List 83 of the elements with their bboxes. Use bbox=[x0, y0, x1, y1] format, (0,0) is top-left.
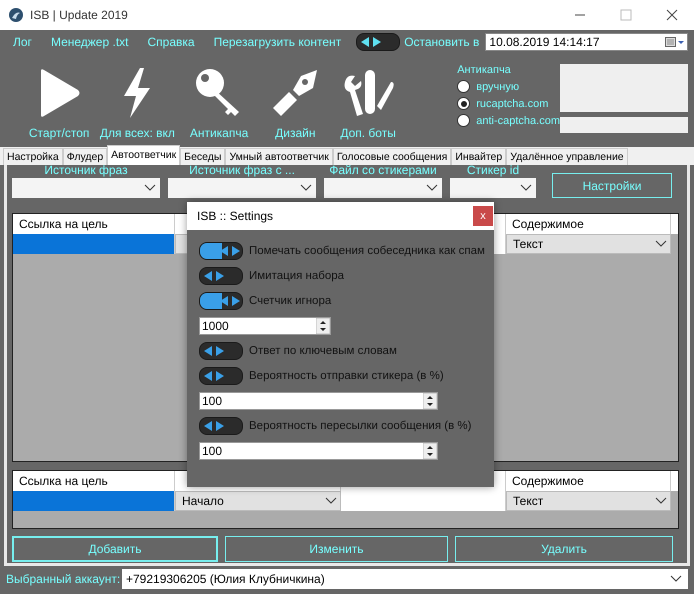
menu-item[interactable]: Справка bbox=[148, 35, 195, 49]
tab[interactable]: Голосовые сообщения bbox=[332, 148, 452, 165]
toggle-switch[interactable] bbox=[356, 33, 400, 51]
option-label: Счетчик игнора bbox=[249, 295, 332, 307]
globe-icon bbox=[8, 7, 24, 23]
action-button[interactable]: Удалить bbox=[455, 536, 673, 562]
tab[interactable]: Флудер bbox=[62, 148, 108, 165]
option-label: Вероятность отправки стикера (в %) bbox=[249, 370, 444, 382]
chevron-icon bbox=[426, 184, 438, 192]
toolbar-button[interactable]: Дизайн bbox=[260, 54, 331, 146]
close-icon[interactable] bbox=[666, 9, 678, 21]
tab[interactable]: Автоответчик bbox=[107, 145, 180, 165]
menu-item[interactable]: Перезагрузить контент bbox=[214, 35, 342, 49]
toolbar-button[interactable]: Для всех: вкл bbox=[96, 54, 178, 146]
settings-button[interactable]: Настройки bbox=[552, 173, 672, 198]
arrows-icon bbox=[203, 420, 225, 432]
number-field[interactable]: 100 bbox=[199, 392, 438, 410]
menu-item[interactable]: Менеджер .txt bbox=[50, 35, 128, 49]
chevron-icon bbox=[520, 184, 532, 192]
account-label: Выбранный аккаунт: bbox=[6, 572, 122, 586]
account-dropdown[interactable]: +79219306205 (Юлия Клубничкина) bbox=[122, 569, 688, 589]
tab[interactable]: Беседы bbox=[180, 148, 226, 165]
chevron-icon bbox=[325, 497, 337, 505]
close-button[interactable]: x bbox=[473, 206, 493, 226]
number-field[interactable]: 1000 bbox=[199, 317, 331, 335]
arrows-icon bbox=[219, 295, 241, 307]
spinner-arrows-icon[interactable] bbox=[316, 318, 330, 334]
table-cell[interactable]: Начало bbox=[175, 491, 341, 511]
filter-label: Источник фраз bbox=[44, 163, 128, 177]
filter-label: Файл со стикерами bbox=[329, 163, 437, 177]
toggle-switch[interactable] bbox=[199, 292, 243, 310]
toggle-switch[interactable] bbox=[199, 242, 243, 260]
arrows-icon bbox=[203, 345, 225, 357]
dialog-title: ISB :: Settings bbox=[197, 209, 274, 223]
date-field[interactable]: 10.08.2019 14:14:17 bbox=[485, 33, 688, 51]
lightning-icon bbox=[122, 68, 152, 118]
arrows-icon bbox=[219, 245, 241, 257]
arrows-icon bbox=[203, 270, 225, 282]
arrows-icon bbox=[360, 36, 382, 48]
toggle-switch[interactable] bbox=[199, 417, 243, 435]
window-title: ISB | Update 2019 bbox=[30, 8, 128, 22]
radio-button[interactable] bbox=[457, 97, 470, 110]
chevron-icon bbox=[655, 497, 667, 505]
toggle-switch[interactable] bbox=[199, 367, 243, 385]
captcha-input-field[interactable] bbox=[560, 117, 688, 133]
option-label: Ответ по ключевым словам bbox=[249, 345, 397, 357]
group-title: Антикапча bbox=[457, 64, 512, 76]
pen-nib-icon bbox=[271, 68, 320, 118]
option-label: Вероятность пересылки сообщения (в %) bbox=[249, 420, 472, 432]
stop-label: Остановить в bbox=[404, 35, 480, 49]
menu-item[interactable]: Лог bbox=[13, 35, 32, 49]
option-label: Имитация набора bbox=[249, 270, 344, 282]
action-button[interactable]: Изменить bbox=[225, 536, 448, 562]
toolbar-button[interactable]: Доп. боты bbox=[330, 54, 406, 146]
tab[interactable]: Удалённое управление bbox=[506, 148, 628, 165]
tab[interactable]: Инвайтер bbox=[451, 148, 506, 165]
table-cell[interactable]: Текст bbox=[506, 491, 671, 511]
spinner-arrows-icon[interactable] bbox=[423, 393, 437, 409]
action-button[interactable]: Добавить bbox=[12, 536, 218, 562]
option-label: Помечать сообщения собеседника как спам bbox=[249, 245, 485, 257]
chevron-icon bbox=[670, 575, 682, 583]
tab[interactable]: Настройка bbox=[3, 148, 63, 165]
toolbar-button[interactable]: Старт/стоп bbox=[22, 54, 96, 146]
radio-label: anti-captcha.com bbox=[476, 114, 560, 126]
radio-button[interactable] bbox=[457, 80, 470, 93]
number-field[interactable]: 100 bbox=[199, 442, 438, 460]
arrows-icon bbox=[203, 370, 225, 382]
radio-label: rucaptcha.com bbox=[476, 98, 548, 110]
toolbar-button[interactable]: Антикапча bbox=[178, 54, 260, 146]
radio-button[interactable] bbox=[457, 114, 470, 127]
chevron-icon bbox=[144, 184, 156, 192]
toggle-switch[interactable] bbox=[199, 342, 243, 360]
calendar-icon[interactable] bbox=[665, 36, 685, 48]
filter-label: Стикер id bbox=[466, 163, 520, 177]
radio-label: вручную bbox=[476, 80, 520, 92]
chevron-icon bbox=[655, 240, 667, 248]
toggle-switch[interactable] bbox=[199, 267, 243, 285]
table-cell[interactable]: Текст bbox=[506, 234, 671, 254]
spinner-arrows-icon[interactable] bbox=[423, 443, 437, 459]
tab[interactable]: Умный автоответчик bbox=[225, 148, 333, 165]
chevron-icon bbox=[300, 184, 312, 192]
table-cell[interactable] bbox=[341, 491, 506, 511]
filter-label: Источник фраз с ... bbox=[189, 163, 295, 177]
